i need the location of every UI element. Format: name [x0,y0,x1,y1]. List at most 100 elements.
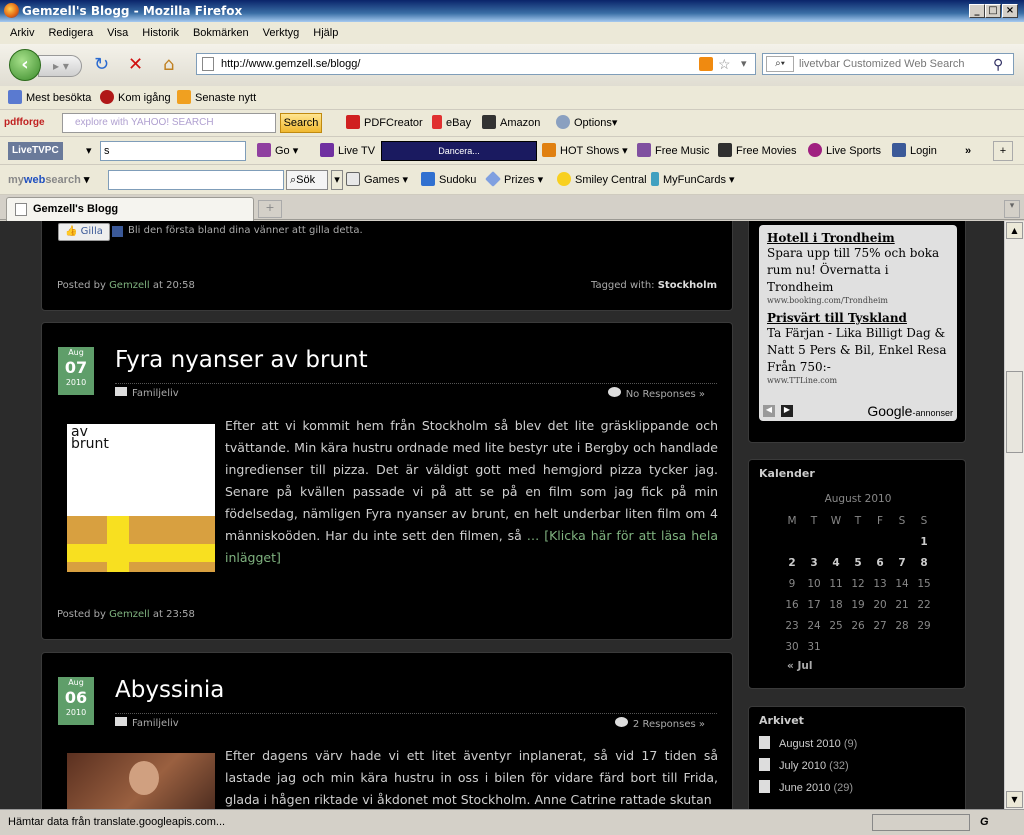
yahoo-search-input[interactable]: explore with YAHOO! SEARCH [62,113,276,133]
calendar-day [869,636,891,657]
web-search-box[interactable]: ⌕▾ livetvbar Customized Web Search ⚲ [762,53,1014,75]
tag-link[interactable]: Stockholm [658,280,717,291]
menu-visa[interactable]: Visa [107,22,128,44]
like-button[interactable]: 👍 Gilla [58,223,110,241]
livetv-menu-arrow[interactable]: ▾ [86,142,92,160]
close-button[interactable]: × [1002,4,1018,18]
rss-icon[interactable] [699,57,713,71]
myfuncards-button[interactable]: MyFunCards ▾ [651,171,735,189]
home-icon[interactable]: ⌂ [163,56,174,74]
post-abyssinia: Aug 06 2010 Abyssinia Familjeliv 2 Respo… [41,652,733,809]
archive-item[interactable]: August 2010 (9) [749,734,965,756]
pdfforge-logo: pdfforge [4,117,45,128]
facebook-login-button[interactable]: Login [892,142,937,160]
calendar-day[interactable]: 8 [913,552,935,573]
calendar-day[interactable]: 6 [869,552,891,573]
scroll-down-arrow[interactable]: ▼ [1006,791,1023,808]
url-bar[interactable]: http://www.gemzell.se/blogg/ ☆ ▾ [196,53,756,75]
calendar-day [847,636,869,657]
bookmark-senaste-nytt[interactable]: Senaste nytt [177,89,256,107]
hot-shows-button[interactable]: HOT Shows ▾ [542,142,628,160]
clapper-icon [718,143,732,157]
free-music-button[interactable]: Free Music [637,142,709,160]
amazon-button[interactable]: Amazon [482,114,540,132]
tab-list-button[interactable]: ▾ [1004,200,1020,218]
menu-redigera[interactable]: Redigera [48,22,93,44]
calendar-day: 28 [895,619,909,632]
new-tab-button[interactable]: + [258,200,282,218]
search-go-icon[interactable]: ⚲ [993,54,1003,74]
smiley-central-button[interactable]: Smiley Central [557,171,647,189]
games-button[interactable]: Games ▾ [346,171,408,189]
post-photo[interactable] [67,753,215,809]
add-icon[interactable]: + [993,141,1013,161]
menu-bokmarken[interactable]: Bokmärken [193,22,249,44]
url-dropdown-icon[interactable]: ▾ [741,54,747,74]
status-addon-icon[interactable]: G [980,810,989,834]
post-thumbnail[interactable]: av brunt [67,424,215,572]
menu-verktyg[interactable]: Verktyg [263,22,300,44]
calendar-day[interactable]: 4 [825,552,847,573]
scroll-thumb[interactable] [1006,371,1023,453]
minimize-button[interactable]: _ [969,4,985,18]
calendar-day [847,531,869,552]
prizes-button[interactable]: Prizes ▾ [485,171,543,189]
ad-next-icon[interactable]: ▶ [781,405,793,417]
calendar-prev-link[interactable]: « Jul [787,660,812,672]
maximize-button[interactable]: □ [985,4,1001,18]
calendar-day[interactable]: 3 [803,552,825,573]
radio-player[interactable]: Dancera... [381,141,537,161]
ad-title-2[interactable]: Prisvärt till Tyskland [767,311,949,325]
archive-item[interactable]: June 2010 (29) [749,778,965,800]
bookmark-kom-igang[interactable]: Kom igång [100,89,171,107]
forward-button[interactable]: ▸ ▾ [38,55,82,77]
post-meta: Familjeliv 2 Responses » [115,713,717,730]
yahoo-search-button[interactable]: Search [280,113,322,133]
status-text: Hämtar data från translate.googleapis.co… [8,816,226,828]
category-link[interactable]: Familjeliv [132,388,179,399]
sok-dropdown-icon[interactable]: ▾ [331,170,343,190]
author-link[interactable]: Gemzell [109,609,150,620]
calendar-day[interactable]: 1 [913,531,935,552]
firefox-getting-started-icon [100,90,114,104]
menu-historik[interactable]: Historik [142,22,179,44]
livetv-search-input[interactable]: s [100,141,246,161]
pdfcreator-button[interactable]: PDFCreator [346,114,423,132]
bookmark-star-icon[interactable]: ☆ [718,54,731,74]
options-button[interactable]: Options▾ [556,114,617,132]
mywebsearch-input[interactable] [108,170,284,190]
free-movies-button[interactable]: Free Movies [718,142,797,160]
ebay-button[interactable]: eBay [432,114,471,132]
menu-hjalp[interactable]: Hjälp [313,22,338,44]
archive-item[interactable]: July 2010 (32) [749,756,965,778]
toolbar-overflow-chevron[interactable]: » [965,142,971,160]
ad-title-1[interactable]: Hotell i Trondheim [767,231,949,245]
calendar-day: 24 [807,619,821,632]
post-title[interactable]: Fyra nyanser av brunt [115,347,368,373]
sok-button[interactable]: ⌕Sök [286,170,328,190]
stop-icon[interactable]: ✕ [128,56,143,74]
back-button[interactable]: ‹ [9,49,41,81]
post-title[interactable]: Abyssinia [115,677,224,703]
livetv-go-button[interactable]: Go ▾ [257,142,298,160]
search-engine-icon[interactable]: ⌕▾ [766,56,794,72]
menu-arkiv[interactable]: Arkiv [10,22,34,44]
vertical-scrollbar[interactable]: ▲ ▼ [1004,221,1024,809]
live-tv-button[interactable]: Live TV [320,142,375,160]
reload-icon[interactable]: ↻ [94,56,109,74]
calendar-day[interactable]: 2 [781,552,803,573]
scroll-up-arrow[interactable]: ▲ [1006,222,1023,239]
responses-link[interactable]: 2 Responses » [614,717,705,730]
category-link[interactable]: Familjeliv [132,718,179,729]
live-sports-button[interactable]: Live Sports [808,142,881,160]
ad-prev-icon[interactable]: ◀ [763,405,775,417]
responses-link[interactable]: No Responses » [607,387,705,400]
google-ads-label[interactable]: Google-annonser [867,403,953,419]
calendar-day[interactable]: 7 [891,552,913,573]
livetv-toolbar: LiveTVPC ▾ s Go ▾ Live TV Dancera... HOT… [0,137,1024,165]
author-link[interactable]: Gemzell [109,280,150,291]
tab-gemzells-blogg[interactable]: Gemzell's Blogg [6,197,254,221]
bookmark-mest-besokta[interactable]: Mest besökta [8,89,91,107]
calendar-day[interactable]: 5 [847,552,869,573]
sudoku-button[interactable]: Sudoku [421,171,476,189]
